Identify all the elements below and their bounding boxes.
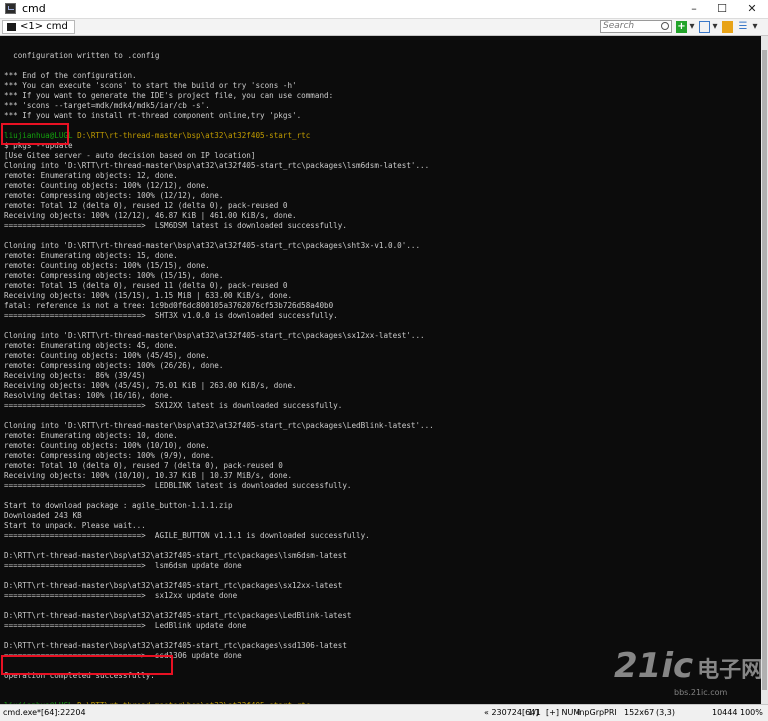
status-mode: PRI [604,708,617,717]
maximize-button[interactable]: ☐ [708,0,736,18]
terminal-line: *** End of the configuration. [4,71,137,80]
toolbar: <1> cmd Search + ▾ ▾ ☰ ▾ [0,19,768,36]
terminal-line: remote: Compressing objects: 100% (15/15… [4,271,224,280]
terminal-line: Resolving deltas: 100% (16/16), done. [4,391,174,400]
status-flags: [+] NUM [546,708,581,717]
terminal-line: ==============================> LedBlink… [4,621,247,630]
search-input[interactable]: Search [600,20,672,33]
tab-cmd[interactable]: <1> cmd [2,20,75,34]
layout-dropdown-icon[interactable]: ▾ [711,21,719,33]
success-highlight-box [1,655,173,675]
minimize-button[interactable]: – [680,0,708,18]
status-extra: 10444 100% [712,708,763,717]
status-process: cmd.exe*[64]:22204 [3,708,86,717]
status-bar: cmd.exe*[64]:22204 « 230724[64] 1/1 [+] … [0,704,768,721]
terminal-line: ==============================> LSM6DSM … [4,221,347,230]
menu-dropdown-icon[interactable]: ▾ [751,21,759,33]
terminal-line: remote: Enumerating objects: 12, done. [4,171,178,180]
terminal-line: Receiving objects: 100% (15/15), 1.15 Mi… [4,291,293,300]
new-console-icon[interactable]: + [676,21,687,33]
terminal-line: [Use Gitee server - auto decision based … [4,151,256,160]
status-page: 1/1 [528,708,541,717]
terminal-line: Cloning into 'D:\RTT\rt-thread-master\bs… [4,421,434,430]
terminal-line: Receiving objects: 100% (45/45), 75.01 K… [4,381,297,390]
terminal-line: remote: Counting objects: 100% (10/10), … [4,441,210,450]
settings-list-icon[interactable]: ☰ [737,21,749,33]
terminal-line: *** If you want to generate the IDE's pr… [4,91,334,100]
cmd-app-icon [5,3,16,14]
status-coords: (3,3) [656,708,675,717]
terminal-line: Cloning into 'D:\RTT\rt-thread-master\bs… [4,331,425,340]
window-layout-icon[interactable] [699,21,710,33]
terminal-line: remote: Compressing objects: 100% (26/26… [4,361,224,370]
search-icon[interactable] [661,22,669,30]
new-console-dropdown-icon[interactable]: ▾ [688,21,696,33]
status-input: InpGrp [577,708,605,717]
terminal-line: Cloning into 'D:\RTT\rt-thread-master\bs… [4,161,430,170]
terminal-line: Start to download package : agile_button… [4,501,233,510]
tab-label: <1> cmd [20,21,68,32]
search-placeholder: Search [603,21,635,31]
terminal-line: ==============================> SX12XX l… [4,401,343,410]
terminal-line: Start to unpack. Please wait... [4,521,146,530]
terminal-line: fatal: reference is not a tree: 1c9bd0f6… [4,301,334,310]
console-icon [7,23,16,31]
status-size: 152x67 [624,708,655,717]
title-bar: cmd – ☐ ✕ [0,0,768,19]
close-button[interactable]: ✕ [738,0,766,18]
terminal-line: remote: Total 12 (delta 0), reused 12 (d… [4,201,288,210]
terminal-line: remote: Enumerating objects: 15, done. [4,251,178,260]
terminal-line: Receiving objects: 100% (12/12), 46.87 K… [4,211,297,220]
terminal-line: remote: Enumerating objects: 10, done. [4,431,178,440]
terminal-line: ==============================> lsm6dsm … [4,561,242,570]
terminal-line: remote: Total 10 (delta 0), reused 7 (de… [4,461,283,470]
terminal-line: ==============================> sx12xx u… [4,591,238,600]
terminal-line: D:\RTT\rt-thread-master\bsp\at32\at32f40… [4,641,347,650]
terminal-line: remote: Compressing objects: 100% (9/9),… [4,451,215,460]
terminal-line: remote: Total 15 (delta 0), reused 11 (d… [4,281,288,290]
command-highlight-box [1,123,69,145]
terminal-line: D:\RTT\rt-thread-master\bsp\at32\at32f40… [4,551,347,560]
terminal-line: D:\RTT\rt-thread-master\bsp\at32\at32f40… [4,581,343,590]
terminal-scrollbar[interactable] [761,36,768,704]
lock-icon[interactable] [722,21,733,33]
terminal-line: Downloaded 243 KB [4,511,82,520]
terminal-line: configuration written to .config [4,51,160,60]
prompt-path: D:\RTT\rt-thread-master\bsp\at32\at32f40… [72,131,311,140]
window-title: cmd [22,2,46,15]
terminal-line: remote: Enumerating objects: 45, done. [4,341,178,350]
terminal-line: *** 'scons --target=mdk/mdk4/mdk5/iar/cb… [4,101,210,110]
terminal-line: Receiving objects: 100% (10/10), 10.37 K… [4,471,293,480]
terminal-line: *** You can execute 'scons' to start the… [4,81,297,90]
terminal-line: ==============================> SHT3X v1… [4,311,338,320]
terminal-line: remote: Compressing objects: 100% (12/12… [4,191,224,200]
terminal-line: remote: Counting objects: 100% (12/12), … [4,181,210,190]
terminal-line: Cloning into 'D:\RTT\rt-thread-master\bs… [4,241,421,250]
terminal-output[interactable]: configuration written to .config *** End … [0,36,761,704]
terminal-line: remote: Counting objects: 100% (15/15), … [4,261,210,270]
terminal-line: D:\RTT\rt-thread-master\bsp\at32\at32f40… [4,611,352,620]
scrollbar-thumb[interactable] [762,50,767,690]
terminal-line: remote: Counting objects: 100% (45/45), … [4,351,210,360]
terminal-line: Receiving objects: 86% (39/45) [4,371,146,380]
terminal-line: ==============================> LEDBLINK… [4,481,352,490]
terminal-line: *** If you want to install rt-thread com… [4,111,302,120]
terminal-line: ==============================> AGILE_BU… [4,531,370,540]
